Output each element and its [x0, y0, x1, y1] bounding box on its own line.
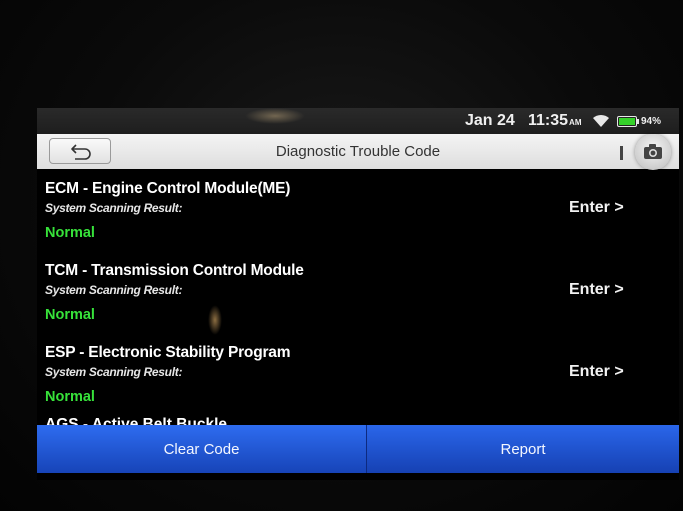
module-status: Normal: [45, 225, 95, 241]
module-item-ecm: ECM - Engine Control Module(ME) System S…: [37, 169, 679, 251]
enter-button-esp[interactable]: Enter >: [569, 363, 624, 381]
module-result-label: System Scanning Result:: [45, 283, 183, 297]
module-list[interactable]: ECM - Engine Control Module(ME) System S…: [37, 169, 679, 425]
module-item-esp: ESP - Electronic Stability Program Syste…: [37, 333, 679, 415]
status-clock: 11:35: [528, 112, 569, 129]
module-result-label: System Scanning Result:: [45, 365, 183, 379]
module-item-tcm: TCM - Transmission Control Module System…: [37, 251, 679, 333]
wifi-icon: [592, 114, 610, 128]
info-marker-icon: [620, 146, 623, 160]
battery-level: [619, 118, 635, 125]
status-ampm: AM: [569, 118, 582, 127]
status-time: 11:35AM: [528, 112, 582, 130]
screen-glare: [245, 108, 305, 124]
clear-code-button[interactable]: Clear Code: [37, 425, 366, 473]
enter-button-tcm[interactable]: Enter >: [569, 281, 624, 299]
screen-glare: [208, 305, 222, 335]
status-bar: Jan 24 11:35AM 94%: [37, 108, 679, 134]
bottom-action-bar: Clear Code Report: [37, 425, 679, 473]
module-title: ECM - Engine Control Module(ME): [45, 180, 291, 197]
title-bar: Diagnostic Trouble Code: [37, 134, 679, 170]
report-button[interactable]: Report: [367, 425, 679, 473]
battery-tip: [637, 119, 639, 124]
battery-percent: 94%: [641, 116, 662, 127]
module-title: ESP - Electronic Stability Program: [45, 344, 291, 361]
battery-icon: [617, 116, 637, 127]
page-title: Diagnostic Trouble Code: [275, 143, 441, 160]
device-screen: Jan 24 11:35AM 94% Diagnostic Trouble Co…: [37, 108, 679, 480]
module-status: Normal: [45, 389, 95, 405]
module-title: TCM - Transmission Control Module: [45, 262, 304, 279]
module-result-label: System Scanning Result:: [45, 201, 183, 215]
module-item-ags-partial[interactable]: AGS - Active Belt Buckle: [45, 416, 227, 425]
status-date: Jan 24: [465, 112, 515, 129]
module-status: Normal: [45, 307, 95, 323]
enter-button-ecm[interactable]: Enter >: [569, 199, 624, 217]
